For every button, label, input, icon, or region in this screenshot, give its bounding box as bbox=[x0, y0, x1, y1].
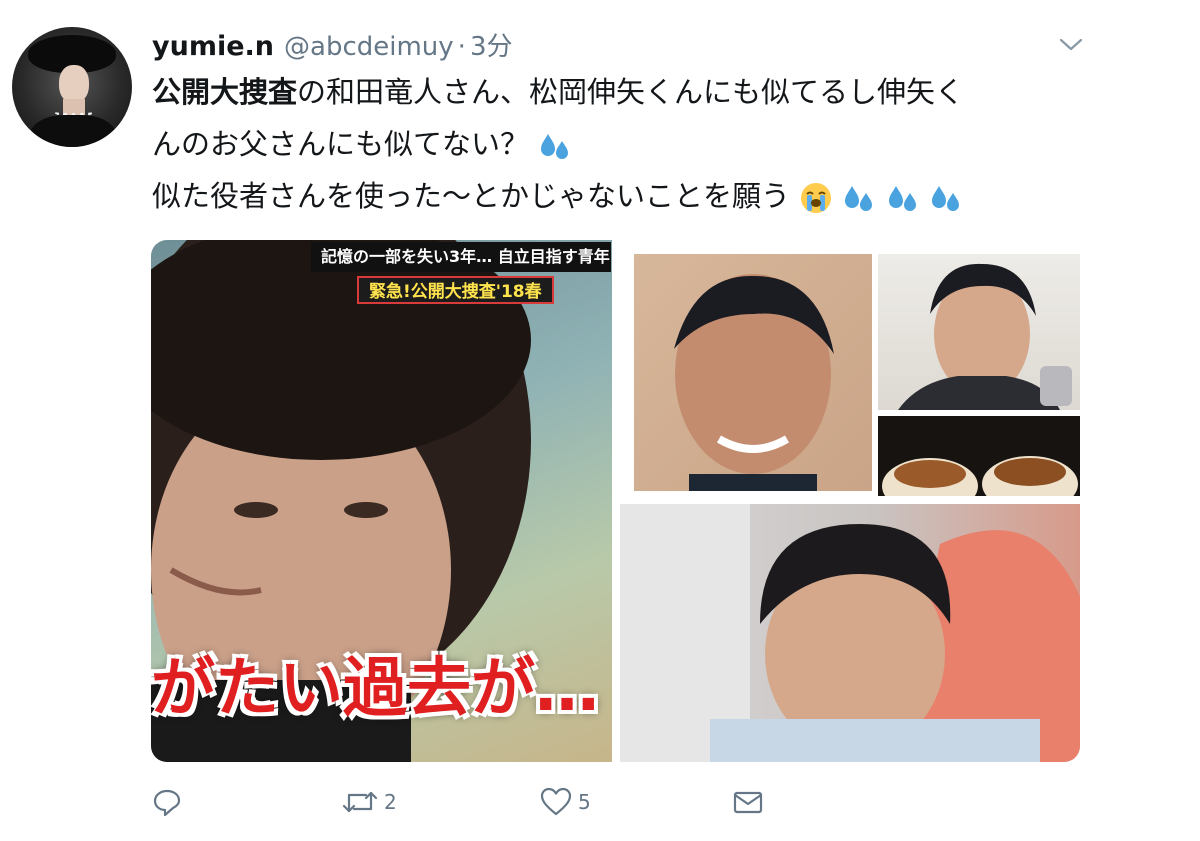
retweet-button[interactable]: 2 bbox=[342, 784, 397, 820]
media-image-food[interactable] bbox=[878, 416, 1080, 496]
loudly-crying-face-icon bbox=[801, 183, 832, 213]
like-count: 5 bbox=[578, 790, 591, 814]
avatar-face bbox=[59, 65, 89, 103]
reply-icon bbox=[153, 789, 181, 817]
avatar[interactable] bbox=[12, 27, 132, 147]
media-image-man-selfie[interactable] bbox=[878, 254, 1080, 410]
man-portrait-illustration bbox=[674, 274, 834, 491]
man-selfie-illustration bbox=[898, 263, 1072, 410]
reply-button[interactable] bbox=[152, 784, 182, 820]
chevron-down-icon[interactable] bbox=[1058, 36, 1084, 54]
sweat-droplets-icon bbox=[845, 186, 873, 211]
food-illustration bbox=[882, 456, 1078, 496]
hashtag-like-bold-text: 公開大捜査 bbox=[152, 75, 298, 109]
tweet-header: yumie.n @abcdeimuy · 3分 bbox=[152, 26, 513, 63]
tweet-text-line-2: んのお父さんにも似てない？ bbox=[152, 118, 1082, 170]
heart-icon bbox=[540, 787, 572, 816]
tweet-text-line-3: 似た役者さんを使った〜とかじゃないことを願う bbox=[152, 170, 1082, 222]
media-image-man-portrait[interactable] bbox=[634, 254, 872, 491]
tv-program-title: 緊急!公開大捜査'18春 bbox=[357, 276, 554, 304]
avatar-dress bbox=[30, 115, 116, 147]
retweet-count: 2 bbox=[384, 790, 397, 814]
tweet-text-line-2-text: んのお父さんにも似てない？ bbox=[152, 127, 530, 161]
envelope-icon bbox=[733, 791, 763, 814]
header-separator: · bbox=[457, 32, 466, 62]
user-handle[interactable]: @abcdeimuy bbox=[284, 32, 454, 62]
tweet-actions: 2 5 bbox=[152, 784, 852, 820]
tweet-text-line-1: 公開大捜査の和田竜人さん、松岡伸矢くんにも似てるし伸矢く bbox=[152, 66, 1082, 118]
direct-message-button[interactable] bbox=[732, 784, 764, 820]
tweet-timestamp[interactable]: 3分 bbox=[470, 26, 513, 63]
tv-caption-top: 記憶の一部を失い3年… 自立目指す青年 bbox=[311, 242, 611, 272]
media-image-child-photo[interactable] bbox=[620, 504, 1080, 762]
sweat-droplets-icon bbox=[888, 186, 916, 211]
sweat-droplets-icon bbox=[541, 134, 569, 159]
retweet-icon bbox=[342, 791, 378, 813]
sweat-droplets-icon bbox=[931, 186, 959, 211]
like-button[interactable]: 5 bbox=[540, 784, 591, 820]
tweet-text: 公開大捜査の和田竜人さん、松岡伸矢くんにも似てるし伸矢く んのお父さんにも似てな… bbox=[152, 66, 1082, 222]
display-name[interactable]: yumie.n bbox=[152, 31, 274, 62]
tv-caption-bottom: がたい過去が… bbox=[151, 652, 599, 726]
child-photo-illustration bbox=[620, 504, 1080, 762]
tweet-text-line-3-text: 似た役者さんを使った〜とかじゃないことを願う bbox=[152, 179, 791, 213]
media-grid: 記憶の一部を失い3年… 自立目指す青年 緊急!公開大捜査'18春 がたい過去が… bbox=[151, 240, 1080, 762]
tweet-text-line-1-rest: の和田竜人さん、松岡伸矢くんにも似てるし伸矢く bbox=[297, 75, 965, 109]
media-image-tv-screenshot[interactable]: 記憶の一部を失い3年… 自立目指す青年 緊急!公開大捜査'18春 がたい過去が… bbox=[151, 240, 612, 762]
